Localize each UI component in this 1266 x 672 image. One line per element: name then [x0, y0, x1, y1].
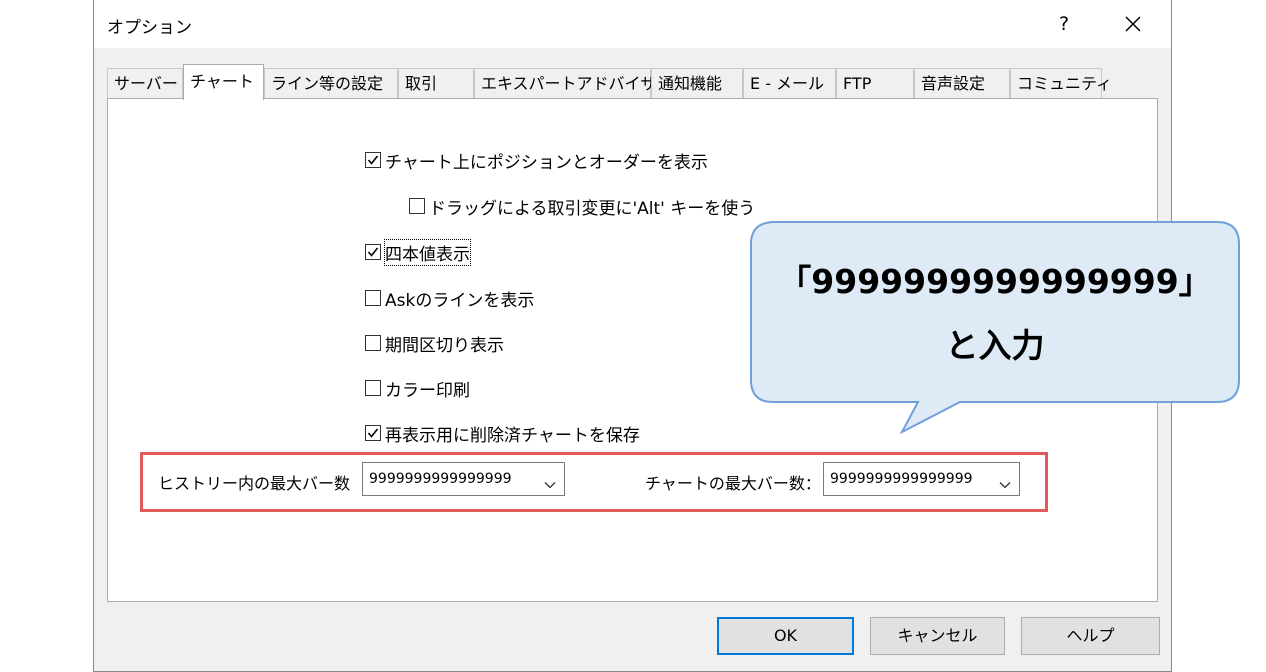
checkbox-label: 再表示用に削除済チャートを保存: [385, 425, 640, 446]
checkbox-label: ドラッグによる取引変更に'Alt' キーを使う: [429, 198, 756, 219]
checkbox-period-separators[interactable]: 期間区切り表示: [365, 332, 504, 356]
callout-line-2: と入力: [945, 326, 1045, 365]
tab-email[interactable]: E - メール: [743, 68, 836, 99]
window-title: オプション: [107, 18, 192, 38]
checkbox-save-deleted-charts[interactable]: 再表示用に削除済チャートを保存: [365, 422, 640, 446]
checkbox-ask-line[interactable]: Askのラインを表示: [365, 287, 535, 311]
checkbox-checked[interactable]: [365, 152, 381, 168]
callout-text: 「9999999999999999」 と入力: [751, 250, 1239, 378]
title-bar: オプション ?: [94, 0, 1171, 48]
checkbox-checked[interactable]: [365, 244, 381, 260]
max-bars-chart-select[interactable]: 9999999999999999: [823, 462, 1020, 496]
checkbox-label: 四本値表示: [384, 238, 471, 266]
tab-trade[interactable]: 取引: [398, 68, 474, 99]
close-icon[interactable]: [1116, 8, 1150, 40]
checkbox-show-positions[interactable]: チャート上にポジションとオーダーを表示: [365, 149, 708, 173]
chevron-down-icon: [998, 472, 1012, 504]
checkbox-unchecked[interactable]: [365, 290, 381, 306]
checkbox-label: カラー印刷: [385, 380, 470, 401]
tab-community[interactable]: コミュニティ: [1010, 68, 1112, 99]
ok-button[interactable]: OK: [717, 617, 854, 655]
callout-line-1: 「9999999999999999」: [778, 262, 1212, 301]
tab-notifications[interactable]: 通知機能: [651, 68, 743, 99]
max-bars-chart-label: チャートの最大バー数：: [645, 474, 821, 493]
help-button[interactable]: ?: [1051, 10, 1077, 38]
checkbox-unchecked[interactable]: [409, 198, 425, 214]
tab-chart[interactable]: チャート: [183, 64, 264, 100]
tab-strip: サーバー チャート ライン等の設定 取引 エキスパートアドバイザ 通知機能 E …: [107, 64, 1167, 100]
checkbox-ohlc[interactable]: 四本値表示: [365, 238, 471, 266]
chevron-down-icon: [543, 472, 557, 504]
checkbox-label: チャート上にポジションとオーダーを表示: [385, 152, 708, 173]
tab-server[interactable]: サーバー: [107, 68, 183, 99]
tab-expert-advisor[interactable]: エキスパートアドバイザ: [474, 68, 657, 99]
checkbox-label: 期間区切り表示: [385, 335, 504, 356]
tab-ftp[interactable]: FTP: [836, 68, 914, 99]
checkbox-alt-key-drag[interactable]: ドラッグによる取引変更に'Alt' キーを使う: [409, 195, 756, 219]
help-button-bottom[interactable]: ヘルプ: [1021, 617, 1160, 655]
checkbox-color-print[interactable]: カラー印刷: [365, 377, 470, 401]
checkbox-checked[interactable]: [365, 425, 381, 441]
tab-line-settings[interactable]: ライン等の設定: [264, 68, 398, 99]
tab-sound[interactable]: 音声設定: [914, 68, 1010, 99]
max-bars-history-select[interactable]: 9999999999999999: [362, 462, 565, 496]
checkbox-label: Askのラインを表示: [385, 290, 535, 311]
cancel-button[interactable]: キャンセル: [870, 617, 1005, 655]
max-bars-history-value: 9999999999999999: [369, 471, 512, 487]
max-bars-history-label: ヒストリー内の最大バー数: [158, 474, 351, 493]
checkbox-unchecked[interactable]: [365, 380, 381, 396]
max-bars-chart-value: 9999999999999999: [830, 471, 973, 487]
checkbox-unchecked[interactable]: [365, 335, 381, 351]
